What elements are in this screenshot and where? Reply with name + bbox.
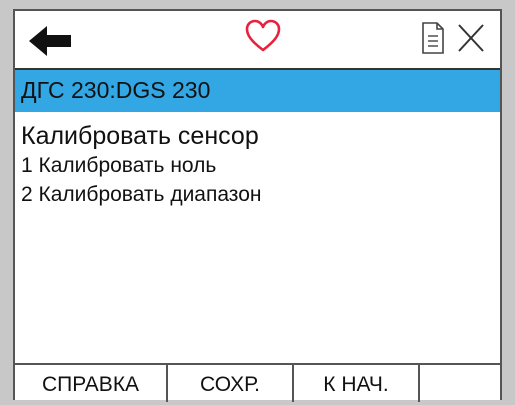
menu-heading: Калибровать сенсор bbox=[21, 122, 259, 150]
menu-content: Калибровать сенсор 1 Калибровать ноль 2 … bbox=[21, 115, 491, 209]
softkey-bar: СПРАВКА СОХР. К НАЧ. bbox=[15, 363, 500, 402]
save-button[interactable]: СОХР. bbox=[168, 365, 294, 402]
device-frame: ДГС 230:DGS 230 Калибровать сенсор 1 Кал… bbox=[0, 0, 515, 402]
heart-icon[interactable] bbox=[245, 19, 281, 53]
device-title: ДГС 230:DGS 230 bbox=[21, 77, 211, 103]
menu-item-calibrate-zero[interactable]: 1 Калибровать ноль bbox=[21, 151, 491, 180]
device-screen: ДГС 230:DGS 230 Калибровать сенсор 1 Кал… bbox=[13, 9, 502, 402]
close-icon[interactable] bbox=[457, 23, 485, 53]
back-arrow-icon[interactable] bbox=[29, 24, 73, 58]
menu-item-calibrate-span[interactable]: 2 Калибровать диапазон bbox=[21, 180, 491, 209]
help-button[interactable]: СПРАВКА bbox=[15, 365, 168, 402]
home-button[interactable]: К НАЧ. bbox=[294, 365, 420, 402]
top-bar bbox=[15, 11, 500, 68]
document-icon[interactable] bbox=[421, 21, 445, 55]
title-bar: ДГС 230:DGS 230 bbox=[15, 68, 500, 112]
